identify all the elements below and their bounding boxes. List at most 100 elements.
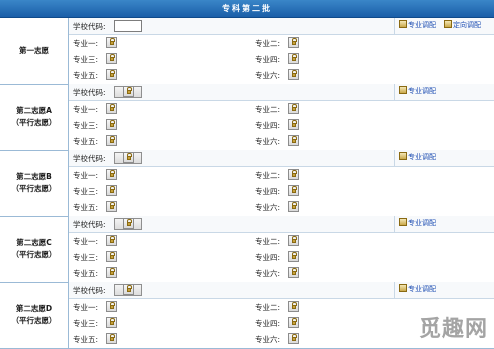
major-select-lock-button[interactable] bbox=[288, 69, 299, 80]
major-row: 专业三: 专业四: bbox=[69, 183, 494, 199]
volunteer-name: 第二志愿C bbox=[16, 238, 52, 247]
major-label: 专业四: bbox=[255, 319, 281, 328]
major-select-lock-button[interactable] bbox=[106, 53, 117, 64]
volunteer-block: 第一志愿 学校代码: 专业调配 定向调配 专业一: 专业二: 专业三: 专业四: 专业五: 专业六… bbox=[0, 18, 494, 85]
major-adjust-link[interactable]: 专业调配 bbox=[399, 152, 436, 162]
school-code-lock-button[interactable] bbox=[114, 284, 142, 296]
major-select-lock-button[interactable] bbox=[288, 169, 299, 180]
major-label: 专业一: bbox=[73, 237, 99, 246]
major-label: 专业二: bbox=[255, 171, 281, 180]
lock-icon bbox=[123, 152, 134, 163]
directed-adjust-link[interactable]: 定向调配 bbox=[444, 20, 481, 30]
site-watermark: 觅趣网 bbox=[418, 316, 488, 342]
major-label: 专业三: bbox=[73, 55, 99, 64]
checkbox-icon bbox=[444, 20, 452, 28]
major-select-lock-button[interactable] bbox=[288, 317, 299, 328]
major-row: 专业三: 专业四: bbox=[69, 117, 494, 133]
major-row: 专业五: 专业六: bbox=[69, 133, 494, 149]
major-select-lock-button[interactable] bbox=[106, 317, 117, 328]
volunteer-label: 第一志愿 bbox=[0, 18, 69, 84]
major-label: 专业四: bbox=[255, 121, 281, 130]
major-label: 专业三: bbox=[73, 319, 99, 328]
major-select-lock-button[interactable] bbox=[106, 251, 117, 262]
major-select-lock-button[interactable] bbox=[106, 69, 117, 80]
major-select-lock-button[interactable] bbox=[106, 119, 117, 130]
major-adjust-label: 专业调配 bbox=[408, 219, 436, 227]
major-select-lock-button[interactable] bbox=[106, 135, 117, 146]
school-code-lock-button[interactable] bbox=[114, 152, 142, 164]
page-title: 专科第二批 bbox=[0, 0, 494, 18]
major-row: 专业五: 专业六: bbox=[69, 265, 494, 281]
school-code-row: 学校代码: 专业调配 bbox=[69, 282, 494, 299]
major-adjust-link[interactable]: 专业调配 bbox=[399, 218, 436, 228]
school-code-label: 学校代码: bbox=[73, 88, 106, 97]
major-adjust-link[interactable]: 专业调配 bbox=[399, 86, 436, 96]
volunteer-subtitle: （平行志愿） bbox=[11, 250, 57, 259]
major-select-lock-button[interactable] bbox=[288, 267, 299, 278]
school-code-label: 学校代码: bbox=[73, 286, 106, 295]
major-select-lock-button[interactable] bbox=[288, 103, 299, 114]
school-code-input[interactable] bbox=[114, 20, 142, 32]
volunteer-block: 第二志愿B （平行志愿） 学校代码: 专业调配 专业一: 专业二: 专业三: 专业四: 专业五:… bbox=[0, 150, 494, 217]
major-select-lock-button[interactable] bbox=[288, 119, 299, 130]
volunteer-block: 第二志愿C （平行志愿） 学校代码: 专业调配 专业一: 专业二: 专业三: 专业四: 专业五:… bbox=[0, 216, 494, 283]
major-select-lock-button[interactable] bbox=[288, 235, 299, 246]
major-adjust-link[interactable]: 专业调配 bbox=[399, 284, 436, 294]
major-select-lock-button[interactable] bbox=[288, 301, 299, 312]
major-select-lock-button[interactable] bbox=[106, 201, 117, 212]
major-label: 专业五: bbox=[73, 203, 99, 212]
major-select-lock-button[interactable] bbox=[106, 301, 117, 312]
major-label: 专业五: bbox=[73, 269, 99, 278]
major-select-lock-button[interactable] bbox=[288, 37, 299, 48]
major-select-lock-button[interactable] bbox=[106, 37, 117, 48]
column-divider bbox=[394, 84, 395, 100]
major-label: 专业二: bbox=[255, 105, 281, 114]
volunteer-subtitle: （平行志愿） bbox=[11, 118, 57, 127]
school-code-label: 学校代码: bbox=[73, 22, 106, 31]
major-adjust-label: 专业调配 bbox=[408, 153, 436, 161]
major-row: 专业一: 专业二: bbox=[69, 167, 494, 183]
volunteer-label: 第二志愿B （平行志愿） bbox=[0, 150, 69, 216]
major-select-lock-button[interactable] bbox=[106, 169, 117, 180]
directed-adjust-label: 定向调配 bbox=[453, 21, 481, 29]
volunteer-name: 第二志愿B bbox=[16, 172, 52, 181]
major-select-lock-button[interactable] bbox=[106, 333, 117, 344]
lock-icon bbox=[123, 86, 134, 97]
major-select-lock-button[interactable] bbox=[288, 53, 299, 64]
volunteer-subtitle: （平行志愿） bbox=[11, 184, 57, 193]
major-label: 专业四: bbox=[255, 55, 281, 64]
column-divider bbox=[394, 150, 395, 166]
major-adjust-link[interactable]: 专业调配 bbox=[399, 20, 436, 30]
major-select-lock-button[interactable] bbox=[106, 235, 117, 246]
school-code-label: 学校代码: bbox=[73, 154, 106, 163]
volunteer-block: 第二志愿A （平行志愿） 学校代码: 专业调配 专业一: 专业二: 专业三: 专业四: 专业五:… bbox=[0, 84, 494, 151]
major-label: 专业六: bbox=[255, 335, 281, 344]
major-select-lock-button[interactable] bbox=[106, 103, 117, 114]
volunteer-label: 第二志愿A （平行志愿） bbox=[0, 84, 69, 150]
major-row: 专业五: 专业六: bbox=[69, 199, 494, 215]
major-row: 专业三: 专业四: bbox=[69, 249, 494, 265]
volunteer-label: 第二志愿D （平行志愿） bbox=[0, 282, 69, 348]
major-label: 专业五: bbox=[73, 137, 99, 146]
major-select-lock-button[interactable] bbox=[288, 251, 299, 262]
major-select-lock-button[interactable] bbox=[288, 135, 299, 146]
school-code-lock-button[interactable] bbox=[114, 86, 142, 98]
school-code-row: 学校代码: 专业调配 bbox=[69, 84, 494, 101]
major-select-lock-button[interactable] bbox=[288, 333, 299, 344]
school-code-label: 学校代码: bbox=[73, 220, 106, 229]
volunteer-name: 第二志愿D bbox=[15, 304, 53, 313]
column-divider bbox=[394, 216, 395, 232]
major-label: 专业二: bbox=[255, 303, 281, 312]
major-select-lock-button[interactable] bbox=[106, 185, 117, 196]
volunteer-name: 第一志愿 bbox=[19, 46, 49, 55]
checkbox-icon bbox=[399, 86, 407, 94]
major-label: 专业二: bbox=[255, 39, 281, 48]
checkbox-icon bbox=[399, 218, 407, 226]
checkbox-icon bbox=[399, 152, 407, 160]
major-select-lock-button[interactable] bbox=[106, 267, 117, 278]
major-label: 专业三: bbox=[73, 121, 99, 130]
major-select-lock-button[interactable] bbox=[288, 201, 299, 212]
major-select-lock-button[interactable] bbox=[288, 185, 299, 196]
school-code-lock-button[interactable] bbox=[114, 218, 142, 230]
major-label: 专业五: bbox=[73, 335, 99, 344]
